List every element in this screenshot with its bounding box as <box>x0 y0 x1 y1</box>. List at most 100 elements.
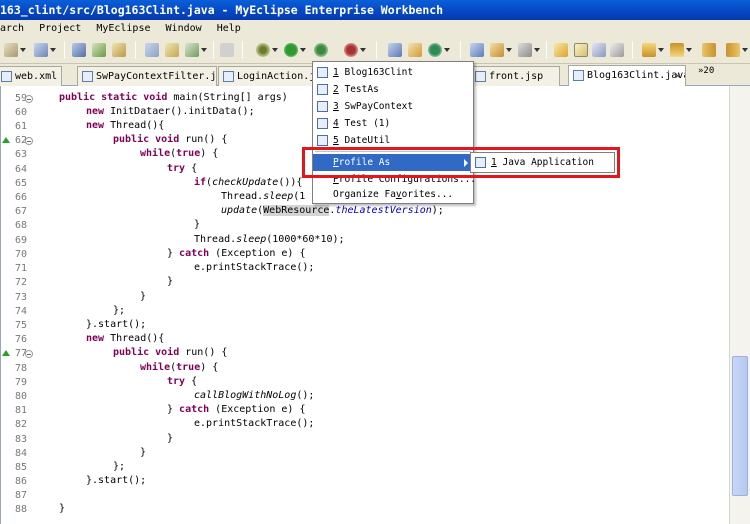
window-title-bar: 163_clint/src/Blog163Clint.java - MyEcli… <box>0 0 750 20</box>
new-class-icon[interactable] <box>428 43 442 57</box>
mark-occurrences-icon[interactable] <box>574 43 588 57</box>
menu-item-swpaycontext[interactable]: 3 SwPayContext <box>313 98 473 115</box>
java-app-icon <box>317 67 328 78</box>
pin-icon[interactable] <box>554 43 568 57</box>
tab-web-xml[interactable]: web.xml <box>0 66 62 86</box>
profile-as-submenu-item-java-application[interactable]: 1 Java Application <box>470 152 615 173</box>
profile-icon[interactable] <box>344 43 358 57</box>
line-number: 62 <box>14 135 27 146</box>
window-title: 163_clint/src/Blog163Clint.java - MyEcli… <box>0 3 444 17</box>
build-icon[interactable] <box>112 43 126 57</box>
line-number: 59 <box>14 93 27 104</box>
app-server-dropdown-icon[interactable] <box>201 48 207 52</box>
code-line-78: while(true) { <box>140 362 219 373</box>
run-history-menu: 1 Blog163Clint 2 TestAs 3 SwPayContext 4… <box>312 61 476 204</box>
code-line-75: }.start(); <box>86 319 147 330</box>
menu-item-organize-favorites[interactable]: Organize Favorites... <box>313 186 473 203</box>
new-package-icon[interactable] <box>408 43 422 57</box>
code-line-69: Thread.sleep(1000*60*10); <box>194 234 345 245</box>
new-java-project-icon[interactable] <box>388 43 402 57</box>
tab-label: front.jsp <box>489 71 544 82</box>
code-line-77: public void run() { <box>113 347 228 358</box>
tab-loginaction[interactable]: LoginAction.jav <box>218 66 318 86</box>
line-number: 69 <box>14 235 27 246</box>
tab-front-jsp[interactable]: front.jsp <box>470 66 560 86</box>
menu-search[interactable]: arch <box>0 20 24 37</box>
open-dropdown-icon[interactable] <box>50 48 56 52</box>
toolbar-separator <box>546 41 547 59</box>
open-perspective-icon[interactable] <box>490 43 504 57</box>
run-icon[interactable] <box>284 43 298 57</box>
next-annotation-dropdown-icon[interactable] <box>658 48 664 52</box>
close-tab-icon[interactable]: × <box>674 66 681 85</box>
code-line-63: while(true) { <box>140 148 219 159</box>
debug-dropdown-icon[interactable] <box>272 48 278 52</box>
scrollbar-thumb[interactable] <box>732 356 748 496</box>
search-dropdown-icon[interactable] <box>534 48 540 52</box>
search-icon[interactable] <box>518 43 532 57</box>
fold-toggle-icon[interactable] <box>25 95 33 103</box>
open-type-icon[interactable] <box>470 43 484 57</box>
prev-annotation-icon[interactable] <box>670 43 684 57</box>
server-icon[interactable] <box>145 43 159 57</box>
line-number: 85 <box>14 462 27 473</box>
tab-swpaycontextfilter[interactable]: SwPayContextFilter.j <box>77 66 217 86</box>
save-icon[interactable] <box>72 43 86 57</box>
line-number: 87 <box>14 490 27 501</box>
show-whitespace-icon[interactable] <box>610 43 624 57</box>
tab-overflow-button[interactable]: »20 <box>698 66 714 76</box>
code-line-86: }.start(); <box>86 475 147 486</box>
last-edit-icon[interactable] <box>702 43 716 57</box>
fold-toggle-icon[interactable] <box>25 137 33 145</box>
tab-blog163clint[interactable]: Blog163Clint.java × <box>568 65 686 87</box>
menu-item-test-1[interactable]: 4 Test (1) <box>313 115 473 132</box>
skip-breakpoints-icon[interactable] <box>220 43 234 57</box>
menu-item-dateutil[interactable]: 5 DateUtil <box>313 132 473 149</box>
app-server-icon[interactable] <box>185 43 199 57</box>
line-number: 64 <box>14 164 27 175</box>
jsp-file-icon <box>475 71 486 82</box>
new-class-dropdown-icon[interactable] <box>444 48 450 52</box>
java-app-icon <box>317 101 328 112</box>
fold-toggle-icon[interactable] <box>25 350 33 358</box>
line-number: 86 <box>14 476 27 487</box>
menu-myeclipse[interactable]: MyEclipse <box>96 20 150 37</box>
tab-label: LoginAction.jav <box>237 71 317 82</box>
open-perspective-dropdown-icon[interactable] <box>506 48 512 52</box>
run-config-icon[interactable] <box>314 43 328 57</box>
profile-dropdown-icon[interactable] <box>360 48 366 52</box>
line-number: 88 <box>14 504 27 515</box>
line-number: 82 <box>14 419 27 430</box>
back-dropdown-icon[interactable] <box>742 48 748 52</box>
line-number: 73 <box>14 292 27 303</box>
menu-item-blog163clint[interactable]: 1 Blog163Clint <box>313 64 473 81</box>
open-icon[interactable] <box>34 43 48 57</box>
menu-item-profile-as[interactable]: Profile As <box>313 154 473 171</box>
line-number: 65 <box>14 178 27 189</box>
run-dropdown-icon[interactable] <box>300 48 306 52</box>
code-line-71: e.printStackTrace(); <box>194 262 315 273</box>
java-app-icon <box>317 135 328 146</box>
line-number: 66 <box>14 192 27 203</box>
new-icon[interactable] <box>4 43 18 57</box>
line-number-gutter: 59 60 61 62 63 64 65 66 67 68 69 70 71 7… <box>1 86 35 524</box>
deploy-icon[interactable] <box>165 43 179 57</box>
prev-annotation-dropdown-icon[interactable] <box>686 48 692 52</box>
menu-project[interactable]: Project <box>39 20 81 37</box>
code-line-84: } <box>140 447 147 458</box>
menu-separator <box>315 151 471 152</box>
menu-window[interactable]: Window <box>166 20 202 37</box>
next-annotation-icon[interactable] <box>642 43 656 57</box>
toggle-comment-icon[interactable] <box>592 43 606 57</box>
toolbar-separator <box>64 41 65 59</box>
print-icon[interactable] <box>92 43 106 57</box>
line-number: 60 <box>14 107 27 118</box>
back-icon[interactable] <box>726 43 740 57</box>
code-line-82: e.printStackTrace(); <box>194 418 315 429</box>
code-line-66: Thread.sleep(1 <box>221 191 306 202</box>
menu-help[interactable]: Help <box>217 20 241 37</box>
menu-item-testas[interactable]: 2 TestAs <box>313 81 473 98</box>
new-dropdown-icon[interactable] <box>20 48 26 52</box>
line-number: 75 <box>14 320 27 331</box>
debug-icon[interactable] <box>256 43 270 57</box>
